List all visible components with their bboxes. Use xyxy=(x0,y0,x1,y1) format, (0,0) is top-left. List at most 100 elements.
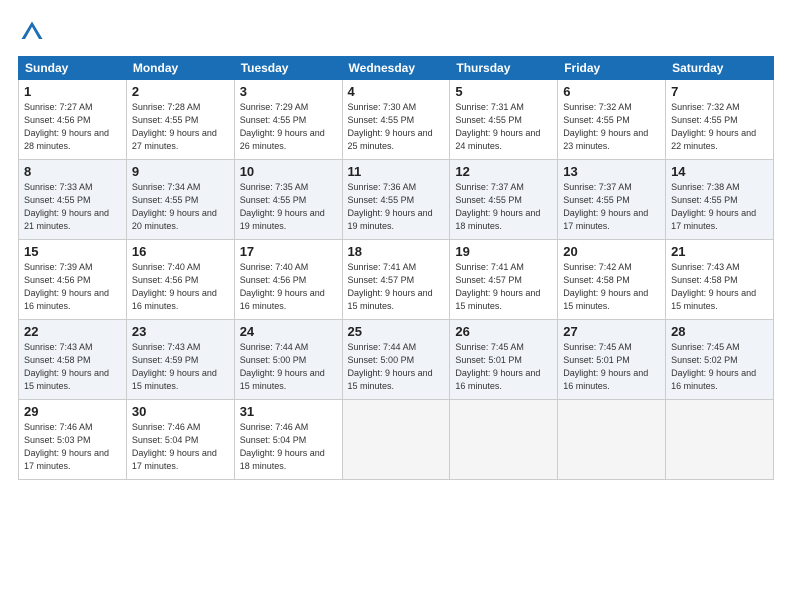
logo xyxy=(18,18,50,46)
calendar-header-thursday: Thursday xyxy=(450,57,558,80)
calendar-week-row-3: 15 Sunrise: 7:39 AMSunset: 4:56 PMDayligh… xyxy=(19,240,774,320)
calendar-cell: 19 Sunrise: 7:41 AMSunset: 4:57 PMDayligh… xyxy=(450,240,558,320)
day-number: 17 xyxy=(240,244,337,259)
day-number: 22 xyxy=(24,324,121,339)
calendar-cell: 28 Sunrise: 7:45 AMSunset: 5:02 PMDayligh… xyxy=(666,320,774,400)
day-number: 3 xyxy=(240,84,337,99)
day-info: Sunrise: 7:40 AMSunset: 4:56 PMDaylight:… xyxy=(132,261,229,313)
day-info: Sunrise: 7:45 AMSunset: 5:01 PMDaylight:… xyxy=(563,341,660,393)
day-info: Sunrise: 7:37 AMSunset: 4:55 PMDaylight:… xyxy=(455,181,552,233)
calendar-cell: 1 Sunrise: 7:27 AMSunset: 4:56 PMDaylight… xyxy=(19,80,127,160)
calendar-cell: 18 Sunrise: 7:41 AMSunset: 4:57 PMDayligh… xyxy=(342,240,450,320)
day-info: Sunrise: 7:34 AMSunset: 4:55 PMDaylight:… xyxy=(132,181,229,233)
calendar-header-saturday: Saturday xyxy=(666,57,774,80)
day-info: Sunrise: 7:41 AMSunset: 4:57 PMDaylight:… xyxy=(348,261,445,313)
calendar-cell: 21 Sunrise: 7:43 AMSunset: 4:58 PMDayligh… xyxy=(666,240,774,320)
calendar-cell xyxy=(558,400,666,480)
calendar-cell: 9 Sunrise: 7:34 AMSunset: 4:55 PMDaylight… xyxy=(126,160,234,240)
day-info: Sunrise: 7:30 AMSunset: 4:55 PMDaylight:… xyxy=(348,101,445,153)
day-info: Sunrise: 7:43 AMSunset: 4:58 PMDaylight:… xyxy=(24,341,121,393)
calendar-header-monday: Monday xyxy=(126,57,234,80)
day-number: 8 xyxy=(24,164,121,179)
day-info: Sunrise: 7:33 AMSunset: 4:55 PMDaylight:… xyxy=(24,181,121,233)
calendar-cell: 8 Sunrise: 7:33 AMSunset: 4:55 PMDaylight… xyxy=(19,160,127,240)
day-info: Sunrise: 7:46 AMSunset: 5:04 PMDaylight:… xyxy=(132,421,229,473)
calendar-cell: 3Sunrise: 7:29 AMSunset: 4:55 PMDaylight… xyxy=(234,80,342,160)
calendar-cell: 30 Sunrise: 7:46 AMSunset: 5:04 PMDayligh… xyxy=(126,400,234,480)
day-number: 14 xyxy=(671,164,768,179)
day-info: Sunrise: 7:43 AMSunset: 4:59 PMDaylight:… xyxy=(132,341,229,393)
day-info: Sunrise: 7:35 AMSunset: 4:55 PMDaylight:… xyxy=(240,181,337,233)
day-info: Sunrise: 7:45 AMSunset: 5:01 PMDaylight:… xyxy=(455,341,552,393)
calendar-cell: 13Sunrise: 7:37 AMSunset: 4:55 PMDayligh… xyxy=(558,160,666,240)
day-number: 2 xyxy=(132,84,229,99)
day-number: 25 xyxy=(348,324,445,339)
day-info: Sunrise: 7:31 AMSunset: 4:55 PMDaylight:… xyxy=(455,101,552,153)
day-number: 30 xyxy=(132,404,229,419)
day-number: 11 xyxy=(348,164,445,179)
day-number: 1 xyxy=(24,84,121,99)
calendar-cell: 24 Sunrise: 7:44 AMSunset: 5:00 PMDayligh… xyxy=(234,320,342,400)
calendar-cell: 2 Sunrise: 7:28 AMSunset: 4:55 PMDaylight… xyxy=(126,80,234,160)
calendar-header-row: SundayMondayTuesdayWednesdayThursdayFrid… xyxy=(19,57,774,80)
day-info: Sunrise: 7:44 AMSunset: 5:00 PMDaylight:… xyxy=(240,341,337,393)
day-number: 5 xyxy=(455,84,552,99)
day-number: 27 xyxy=(563,324,660,339)
calendar-cell: 7 Sunrise: 7:32 AMSunset: 4:55 PMDaylight… xyxy=(666,80,774,160)
calendar-cell: 4Sunrise: 7:30 AMSunset: 4:55 PMDaylight… xyxy=(342,80,450,160)
day-info: Sunrise: 7:45 AMSunset: 5:02 PMDaylight:… xyxy=(671,341,768,393)
day-number: 15 xyxy=(24,244,121,259)
calendar-cell: 20Sunrise: 7:42 AMSunset: 4:58 PMDayligh… xyxy=(558,240,666,320)
header xyxy=(18,18,774,46)
calendar-cell: 14 Sunrise: 7:38 AMSunset: 4:55 PMDayligh… xyxy=(666,160,774,240)
day-number: 29 xyxy=(24,404,121,419)
day-info: Sunrise: 7:38 AMSunset: 4:55 PMDaylight:… xyxy=(671,181,768,233)
calendar-week-row-2: 8 Sunrise: 7:33 AMSunset: 4:55 PMDaylight… xyxy=(19,160,774,240)
day-info: Sunrise: 7:32 AMSunset: 4:55 PMDaylight:… xyxy=(671,101,768,153)
calendar-table: SundayMondayTuesdayWednesdayThursdayFrid… xyxy=(18,56,774,480)
calendar-cell: 6Sunrise: 7:32 AMSunset: 4:55 PMDaylight… xyxy=(558,80,666,160)
calendar-cell: 10 Sunrise: 7:35 AMSunset: 4:55 PMDayligh… xyxy=(234,160,342,240)
calendar-cell: 5 Sunrise: 7:31 AMSunset: 4:55 PMDaylight… xyxy=(450,80,558,160)
day-info: Sunrise: 7:46 AMSunset: 5:04 PMDaylight:… xyxy=(240,421,337,473)
day-info: Sunrise: 7:46 AMSunset: 5:03 PMDaylight:… xyxy=(24,421,121,473)
day-info: Sunrise: 7:43 AMSunset: 4:58 PMDaylight:… xyxy=(671,261,768,313)
day-info: Sunrise: 7:27 AMSunset: 4:56 PMDaylight:… xyxy=(24,101,121,153)
calendar-header-tuesday: Tuesday xyxy=(234,57,342,80)
day-number: 28 xyxy=(671,324,768,339)
calendar-cell xyxy=(342,400,450,480)
calendar-week-row-1: 1 Sunrise: 7:27 AMSunset: 4:56 PMDaylight… xyxy=(19,80,774,160)
day-number: 26 xyxy=(455,324,552,339)
logo-icon xyxy=(18,18,46,46)
calendar-header-wednesday: Wednesday xyxy=(342,57,450,80)
day-number: 23 xyxy=(132,324,229,339)
day-info: Sunrise: 7:42 AMSunset: 4:58 PMDaylight:… xyxy=(563,261,660,313)
day-number: 10 xyxy=(240,164,337,179)
day-number: 7 xyxy=(671,84,768,99)
calendar-cell: 17Sunrise: 7:40 AMSunset: 4:56 PMDayligh… xyxy=(234,240,342,320)
day-number: 9 xyxy=(132,164,229,179)
calendar-cell: 27 Sunrise: 7:45 AMSunset: 5:01 PMDayligh… xyxy=(558,320,666,400)
calendar-week-row-4: 22 Sunrise: 7:43 AMSunset: 4:58 PMDayligh… xyxy=(19,320,774,400)
day-info: Sunrise: 7:28 AMSunset: 4:55 PMDaylight:… xyxy=(132,101,229,153)
calendar-cell: 22 Sunrise: 7:43 AMSunset: 4:58 PMDayligh… xyxy=(19,320,127,400)
day-number: 12 xyxy=(455,164,552,179)
day-number: 21 xyxy=(671,244,768,259)
day-number: 31 xyxy=(240,404,337,419)
calendar-cell: 31 Sunrise: 7:46 AMSunset: 5:04 PMDayligh… xyxy=(234,400,342,480)
day-number: 19 xyxy=(455,244,552,259)
calendar-cell: 29 Sunrise: 7:46 AMSunset: 5:03 PMDayligh… xyxy=(19,400,127,480)
day-number: 18 xyxy=(348,244,445,259)
day-number: 6 xyxy=(563,84,660,99)
day-number: 24 xyxy=(240,324,337,339)
day-info: Sunrise: 7:36 AMSunset: 4:55 PMDaylight:… xyxy=(348,181,445,233)
day-info: Sunrise: 7:41 AMSunset: 4:57 PMDaylight:… xyxy=(455,261,552,313)
calendar-cell: 15 Sunrise: 7:39 AMSunset: 4:56 PMDayligh… xyxy=(19,240,127,320)
calendar-header-sunday: Sunday xyxy=(19,57,127,80)
day-info: Sunrise: 7:39 AMSunset: 4:56 PMDaylight:… xyxy=(24,261,121,313)
page: SundayMondayTuesdayWednesdayThursdayFrid… xyxy=(0,0,792,612)
day-number: 13 xyxy=(563,164,660,179)
calendar-cell: 25Sunrise: 7:44 AMSunset: 5:00 PMDayligh… xyxy=(342,320,450,400)
calendar-week-row-5: 29 Sunrise: 7:46 AMSunset: 5:03 PMDayligh… xyxy=(19,400,774,480)
calendar-cell: 11 Sunrise: 7:36 AMSunset: 4:55 PMDayligh… xyxy=(342,160,450,240)
